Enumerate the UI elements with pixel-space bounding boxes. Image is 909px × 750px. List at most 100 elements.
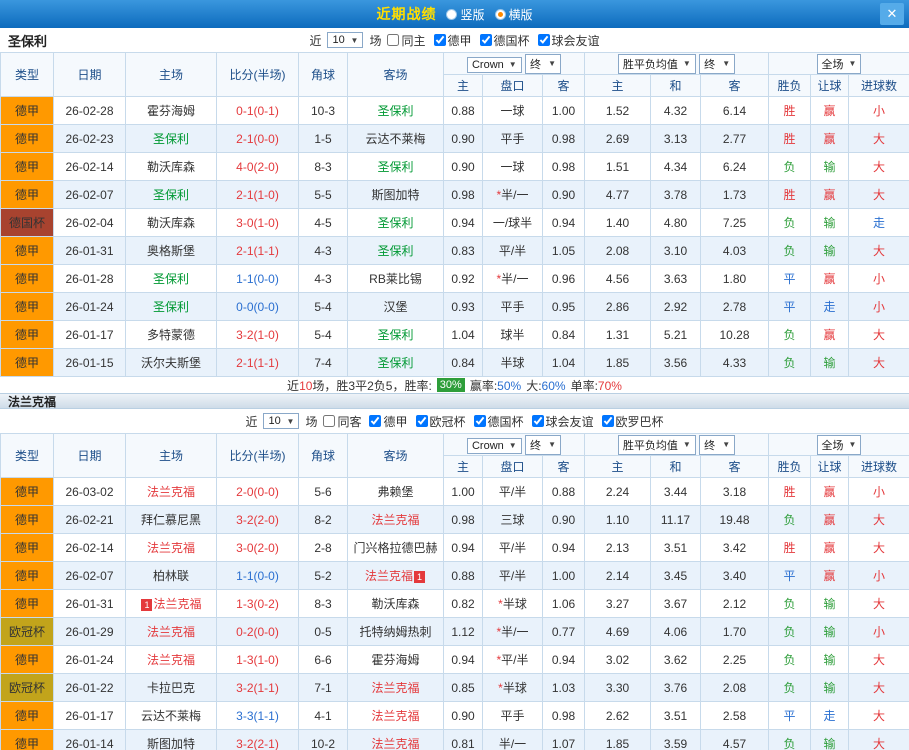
bookmaker-dropdown[interactable]: Crown ▼ [466,56,522,73]
checkbox-input[interactable] [369,415,382,427]
cell-crow_home: 0.83 [443,236,483,265]
cell-score: 3-0(1-0) [216,208,299,237]
cell-corners: 5-4 [298,320,348,349]
cell-league: 欧冠杯 [0,617,54,646]
cell-avg_home: 1.10 [584,505,651,534]
filter-checkbox[interactable]: 德国杯 [473,413,524,430]
horizontal-layout-radio[interactable]: 横版 [494,6,533,23]
cell-home: 柏林联 [125,561,217,590]
checkbox-label: 同客 [337,414,362,429]
cell-date: 26-01-31 [53,236,126,265]
cell-corners: 5-6 [298,477,348,506]
cell-goals_result: 大 [847,701,909,730]
cell-away: 法兰克福 [347,729,444,750]
cell-handicap: 一球 [482,96,543,125]
filter-checkbox[interactable]: 球会友谊 [531,413,594,430]
bookmaker-dropdown[interactable]: Crown ▼ [466,437,522,454]
filter-checkbox[interactable]: 球会友谊 [537,32,600,49]
match-row: 德甲 26-01-24 法兰克福 1-3(1-0) 6-6 霍芬海姆 0.94 *平/半 0.9… [0,645,909,674]
avg-time-dropdown[interactable]: 终 ▼ [699,434,736,455]
cell-league: 欧冠杯 [0,673,54,702]
col-header-date: 日期 [53,433,126,478]
titlebar: 近期战绩 竖版 横版 ✕ [0,0,909,28]
cell-date: 26-02-04 [53,208,126,237]
cell-away: 托特纳姆热刺 [347,617,444,646]
filter-checkbox-group: 同客 德甲 欧冠杯 德国杯 球会友谊 欧罗巴杯 [323,413,664,430]
col-header-avg-home: 主 [584,455,651,478]
full-match-dropdown[interactable]: 全场 ▼ [816,434,862,455]
summary-bar: 近10场，胜3平2负5，胜率: 30% 赢率:50% 大:60% 单率:70% [0,377,909,393]
match-row: 德甲 26-02-14 法兰克福 3-0(2-0) 2-8 门兴格拉德巴赫 0.94 平/半 0… [0,533,909,562]
odds-time-dropdown[interactable]: 终 ▼ [525,434,562,455]
cell-avg_home: 4.69 [584,617,651,646]
col-header-result: 胜负 [768,455,811,478]
avg-time-dropdown[interactable]: 终 ▼ [699,53,736,74]
cell-crow_away: 0.98 [542,124,585,153]
checkbox-input[interactable] [473,415,486,427]
col-header-handicap-result: 让球 [810,74,849,97]
radio-icon-horizontal[interactable] [494,8,506,20]
cell-result: 负 [768,729,811,750]
avg-odds-dropdown[interactable]: 胜平负均值 ▼ [617,53,696,74]
match-row: 德甲 26-01-15 沃尔夫斯堡 2-1(1-1) 7-4 圣保利 0.84 半球 1.04 1… [0,348,909,377]
match-count-dropdown[interactable]: 10 ▼ [327,32,364,48]
close-button[interactable]: ✕ [880,3,904,25]
match-row: 德甲 26-01-24 圣保利 0-0(0-0) 5-4 汉堡 0.93 平手 0.95 2.86… [0,292,909,321]
vertical-layout-radio[interactable]: 竖版 [446,6,485,23]
radio-icon-vertical[interactable] [446,8,458,20]
cell-corners: 8-2 [298,505,348,534]
cell-avg_away: 2.08 [700,673,769,702]
checkbox-input[interactable] [601,415,614,427]
cell-league: 德甲 [0,533,54,562]
filter-checkbox[interactable]: 欧罗巴杯 [601,413,664,430]
cell-corners: 5-5 [298,180,348,209]
match-row: 德甲 26-02-07 柏林联 1-1(0-0) 5-2 法兰克福 1 0.88 平/半 1.00… [0,561,909,590]
cell-handicap_result: 赢 [810,180,849,209]
filter-checkbox[interactable]: 德甲 [433,32,472,49]
full-match-dropdown[interactable]: 全场 ▼ [816,53,862,74]
cell-crow_home: 0.90 [443,152,483,181]
match-count-dropdown[interactable]: 10 ▼ [263,413,300,429]
col-header-score: 比分(半场) [216,52,299,97]
checkbox-input[interactable] [531,415,544,427]
cell-result: 胜 [768,180,811,209]
filter-checkbox[interactable]: 同主 [387,32,426,49]
checkbox-input[interactable] [479,34,492,46]
filter-checkbox[interactable]: 德甲 [369,413,408,430]
col-header-odds-home: 主 [443,74,483,97]
odds-time-dropdown[interactable]: 终 ▼ [525,53,562,74]
cell-goals_result: 小 [847,617,909,646]
cell-result: 负 [768,348,811,377]
cell-away: RB莱比锡 [347,264,444,293]
near-label: 近 [245,414,258,429]
cell-crow_away: 0.95 [542,292,585,321]
cell-away: 圣保利 [347,152,444,181]
cell-goals_result: 大 [847,645,909,674]
cell-away: 斯图加特 [347,180,444,209]
filter-checkbox[interactable]: 同客 [323,413,361,430]
cell-handicap: 平手 [482,701,543,730]
filter-checkbox[interactable]: 德国杯 [479,32,530,49]
cell-handicap: *平/半 [482,645,543,674]
cell-crow_home: 1.04 [443,320,483,349]
checkbox-input[interactable] [537,34,550,46]
cell-corners: 8-3 [298,589,348,618]
window-title: 近期战绩 [376,6,437,22]
cell-handicap_result: 赢 [810,505,849,534]
cell-crow_home: 1.00 [443,477,483,506]
avg-odds-dropdown[interactable]: 胜平负均值 ▼ [617,434,696,455]
cell-handicap: *半/一 [482,264,543,293]
checkbox-input[interactable] [415,415,428,427]
cell-away: 勒沃库森 [347,589,444,618]
section-team-name: 圣保利 [8,33,48,49]
cell-avg_home: 2.86 [584,292,651,321]
checkbox-input[interactable] [387,34,400,46]
match-row: 德甲 26-01-14 斯图加特 3-2(2-1) 10-2 法兰克福 0.81 半/一 1.0… [0,729,909,750]
checkbox-input[interactable] [433,34,446,46]
cell-score: 0-2(0-0) [216,617,299,646]
filter-checkbox[interactable]: 欧冠杯 [415,413,466,430]
cell-handicap: *半球 [482,673,543,702]
cell-avg_home: 2.24 [584,477,651,506]
cell-crow_home: 0.98 [443,180,483,209]
checkbox-input[interactable] [323,415,336,427]
